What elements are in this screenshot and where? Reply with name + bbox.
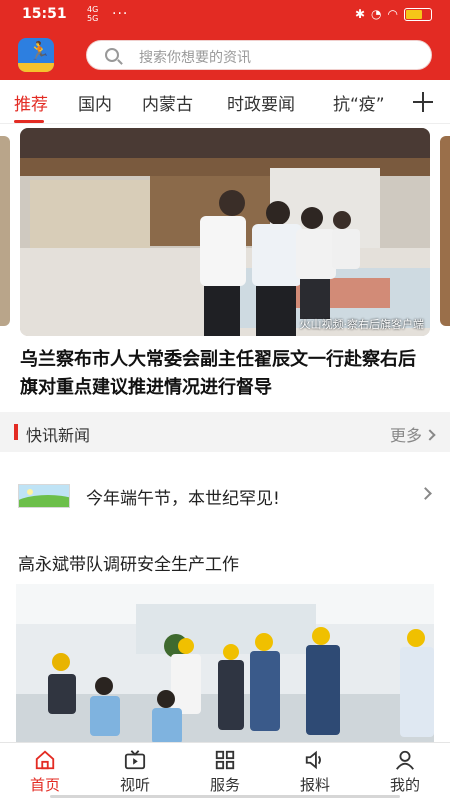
tab-recommend[interactable]: 推荐 (14, 90, 48, 115)
nav-services[interactable]: 服务 (180, 749, 270, 795)
nav-label: 我的 (389, 776, 420, 794)
nav-report[interactable]: 报料 (270, 749, 360, 795)
nav-label: 首页 (29, 776, 60, 794)
banner-carousel[interactable]: 火山视频·察右后旗客户端 (0, 126, 450, 338)
search-icon (105, 48, 119, 62)
next-banner-peek[interactable] (440, 136, 450, 326)
mute-icon: ◔ (371, 7, 382, 21)
user-icon (396, 750, 414, 770)
grid-icon (215, 750, 235, 770)
tab-epidemic[interactable]: 抗“疫” (333, 90, 385, 115)
nav-label: 服务 (209, 776, 240, 794)
active-tab-underline (14, 120, 44, 123)
status-icons: ✱ ◔ ◠ (355, 7, 432, 21)
wifi-icon: ◠ (387, 7, 398, 21)
flash-news-item[interactable]: 今年端午节，本世纪罕见! (0, 470, 450, 520)
article-photo (16, 584, 434, 744)
status-bar: 15:51 4G 5G ··· ✱ ◔ ◠ (0, 0, 450, 30)
chevron-right-icon (424, 429, 436, 441)
search-bar[interactable]: 搜索你想要的资讯 (86, 40, 432, 70)
tab-politics[interactable]: 时政要闻 (227, 90, 295, 115)
article-title[interactable]: 高永斌带队调研安全生产工作 (18, 550, 239, 575)
home-indicator[interactable] (50, 795, 400, 798)
banner-photo (20, 128, 430, 336)
nav-label: 报料 (299, 776, 330, 794)
section-marker (14, 424, 18, 440)
nav-home[interactable]: 首页 (0, 749, 90, 795)
nav-profile[interactable]: 我的 (360, 749, 450, 795)
home-icon (35, 750, 55, 770)
app-logo[interactable]: 🏃 (18, 38, 54, 72)
nav-label: 视听 (119, 776, 150, 794)
landscape-thumbnail-icon (18, 484, 70, 508)
app-header: 15:51 4G 5G ··· ✱ ◔ ◠ 🏃 搜索你想要的资讯 (0, 0, 450, 80)
speaker-icon (305, 750, 321, 770)
banner-watermark: 火山视频·察右后旗客户端 (299, 318, 425, 331)
add-channel-button[interactable] (403, 82, 450, 122)
article-image[interactable] (16, 584, 434, 744)
chevron-right-icon (419, 487, 432, 500)
plus-icon (413, 92, 433, 112)
section-title: 快讯新闻 (26, 426, 91, 445)
tab-domestic[interactable]: 国内 (78, 90, 112, 115)
bluetooth-icon: ✱ (354, 7, 366, 21)
banner-headline[interactable]: 乌兰察布市人大常委会副主任翟辰文一行赴察右后旗对重点建议推进情况进行督导 (20, 346, 432, 402)
battery-icon (404, 7, 432, 21)
video-icon (124, 750, 146, 770)
search-placeholder: 搜索你想要的资讯 (139, 50, 251, 66)
prev-banner-peek[interactable] (0, 136, 10, 326)
flash-news-text: 今年端午节，本世纪罕见! (86, 489, 280, 509)
more-link[interactable]: 更多 (390, 422, 436, 446)
status-time: 15:51 (22, 6, 67, 22)
flash-news-header: 快讯新闻 更多 (0, 412, 450, 452)
tab-inner-mongolia[interactable]: 内蒙古 (142, 90, 193, 115)
network-indicator: 4G 5G (87, 5, 99, 23)
banner-image[interactable]: 火山视频·察右后旗客户端 (20, 128, 430, 336)
bottom-nav: 首页 视听 服务 报料 我的 (0, 742, 450, 800)
category-tabs: 推荐 国内 内蒙古 时政要闻 抗“疫” (0, 80, 450, 124)
nav-video[interactable]: 视听 (90, 749, 180, 795)
runner-icon: 🏃 (28, 41, 51, 62)
notification-dots: ··· (112, 6, 129, 22)
